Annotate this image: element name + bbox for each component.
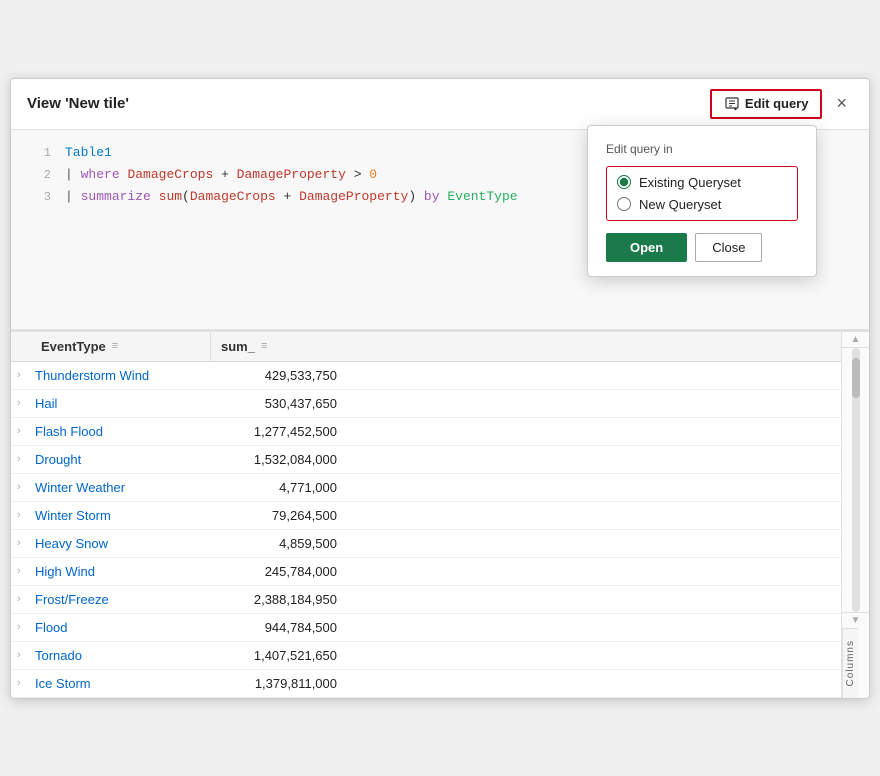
table-wrapper: EventType ≡ sum_ ≡ › Thunderstorm Wind 4…	[11, 332, 869, 698]
row-expand-icon[interactable]: ›	[11, 481, 33, 493]
row-expand-icon[interactable]: ›	[11, 565, 33, 577]
cell-sum: 79,264,500	[211, 502, 351, 529]
table-row[interactable]: › Heavy Snow 4,859,500	[11, 530, 841, 558]
cell-sum: 530,437,650	[211, 390, 351, 417]
cell-sum: 1,532,084,000	[211, 446, 351, 473]
edit-query-button[interactable]: Edit query	[710, 89, 823, 119]
table-row[interactable]: › Drought 1,532,084,000	[11, 446, 841, 474]
filter-icon-sum[interactable]: ≡	[261, 340, 267, 352]
close-button[interactable]: ×	[830, 91, 853, 116]
table-row[interactable]: › Flash Flood 1,277,452,500	[11, 418, 841, 446]
new-queryset-option[interactable]: New Queryset	[617, 197, 787, 212]
open-button[interactable]: Open	[606, 233, 687, 262]
cell-event-type: Winter Weather	[33, 474, 211, 501]
cell-event-type: Flood	[33, 614, 211, 641]
row-expand-icon[interactable]: ›	[11, 453, 33, 465]
cell-event-type: Ice Storm	[33, 670, 211, 697]
scroll-area	[842, 348, 869, 612]
cell-event-type: Drought	[33, 446, 211, 473]
scroll-track	[852, 348, 860, 612]
cell-sum: 245,784,000	[211, 558, 351, 585]
popup-actions: Open Close	[606, 233, 798, 262]
scroll-up-btn[interactable]: ▲	[842, 332, 869, 348]
cell-sum: 4,859,500	[211, 530, 351, 557]
existing-queryset-option[interactable]: Existing Queryset	[617, 175, 787, 190]
cell-sum: 4,771,000	[211, 474, 351, 501]
edit-icon	[724, 96, 740, 112]
cell-event-type: Thunderstorm Wind	[33, 362, 211, 389]
cell-sum: 1,379,811,000	[211, 670, 351, 697]
filter-icon-eventtype[interactable]: ≡	[112, 340, 118, 352]
row-expand-icon[interactable]: ›	[11, 621, 33, 633]
title-bar-actions: Edit query × Edit query in Existing Quer…	[710, 89, 853, 119]
cell-sum: 2,388,184,950	[211, 586, 351, 613]
cell-sum: 1,277,452,500	[211, 418, 351, 445]
col-header-eventtype[interactable]: EventType ≡	[11, 332, 211, 361]
table-section: EventType ≡ sum_ ≡ › Thunderstorm Wind 4…	[11, 330, 869, 698]
cell-event-type: Flash Flood	[33, 418, 211, 445]
cell-event-type: Frost/Freeze	[33, 586, 211, 613]
main-window: View 'New tile' Edit query × Edit query …	[10, 78, 870, 699]
table-header: EventType ≡ sum_ ≡	[11, 332, 841, 362]
table-row[interactable]: › Flood 944,784,500	[11, 614, 841, 642]
right-sidebar: ▲ ▼ Columns	[841, 332, 869, 698]
new-queryset-label: New Queryset	[639, 197, 721, 212]
table-row[interactable]: › Frost/Freeze 2,388,184,950	[11, 586, 841, 614]
existing-queryset-label: Existing Queryset	[639, 175, 741, 190]
cell-event-type: Heavy Snow	[33, 530, 211, 557]
col-header-sum[interactable]: sum_ ≡	[211, 332, 351, 361]
cell-sum: 944,784,500	[211, 614, 351, 641]
row-expand-icon[interactable]: ›	[11, 593, 33, 605]
row-expand-icon[interactable]: ›	[11, 425, 33, 437]
row-expand-icon[interactable]: ›	[11, 537, 33, 549]
row-expand-icon[interactable]: ›	[11, 397, 33, 409]
scroll-down-btn[interactable]: ▼	[842, 612, 869, 628]
new-queryset-radio[interactable]	[617, 197, 631, 211]
existing-queryset-radio[interactable]	[617, 175, 631, 189]
row-expand-icon[interactable]: ›	[11, 369, 33, 381]
columns-tab[interactable]: Columns	[842, 628, 858, 698]
row-expand-icon[interactable]: ›	[11, 509, 33, 521]
cell-sum: 1,407,521,650	[211, 642, 351, 669]
cell-event-type: Winter Storm	[33, 502, 211, 529]
cell-event-type: Tornado	[33, 642, 211, 669]
table-row[interactable]: › Winter Weather 4,771,000	[11, 474, 841, 502]
popup-label: Edit query in	[606, 142, 798, 156]
table-row[interactable]: › Winter Storm 79,264,500	[11, 502, 841, 530]
popup-close-button[interactable]: Close	[695, 233, 762, 262]
edit-query-popup: Edit query in Existing Queryset New Quer…	[587, 125, 817, 277]
cell-event-type: Hail	[33, 390, 211, 417]
scroll-thumb[interactable]	[852, 358, 860, 398]
cell-sum: 429,533,750	[211, 362, 351, 389]
title-bar: View 'New tile' Edit query × Edit query …	[11, 79, 869, 130]
row-expand-icon[interactable]: ›	[11, 677, 33, 689]
table-row[interactable]: › Tornado 1,407,521,650	[11, 642, 841, 670]
table-row[interactable]: › High Wind 245,784,000	[11, 558, 841, 586]
table-content: EventType ≡ sum_ ≡ › Thunderstorm Wind 4…	[11, 332, 841, 698]
queryset-options: Existing Queryset New Queryset	[606, 166, 798, 221]
table-row[interactable]: › Ice Storm 1,379,811,000	[11, 670, 841, 698]
table-row[interactable]: › Thunderstorm Wind 429,533,750	[11, 362, 841, 390]
cell-event-type: High Wind	[33, 558, 211, 585]
row-expand-icon[interactable]: ›	[11, 649, 33, 661]
window-title: View 'New tile'	[27, 95, 129, 112]
table-row[interactable]: › Hail 530,437,650	[11, 390, 841, 418]
table-body: › Thunderstorm Wind 429,533,750 › Hail 5…	[11, 362, 841, 698]
